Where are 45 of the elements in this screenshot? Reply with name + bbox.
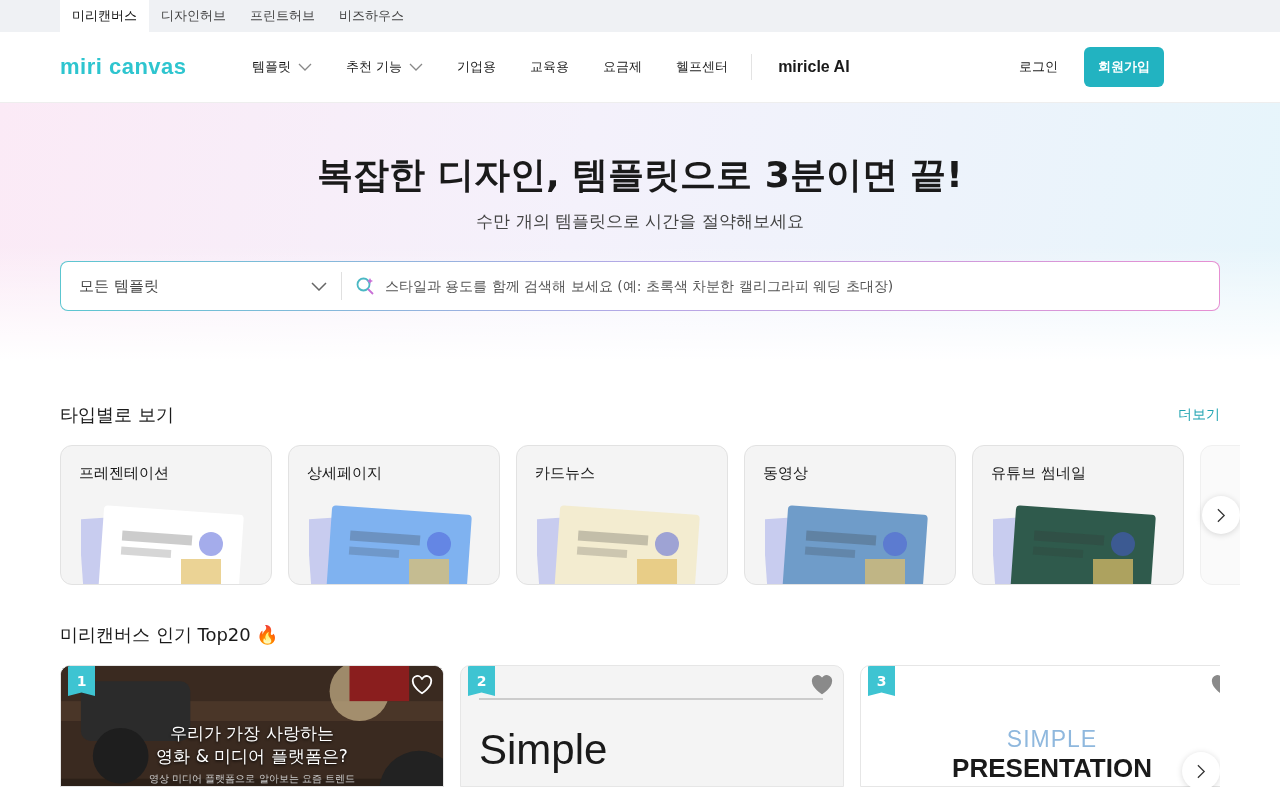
type-card[interactable]: 카드뉴스 — [516, 445, 728, 585]
search-icon — [355, 276, 375, 296]
template-card[interactable]: 1 우리가 가장 사랑하는 영화 & 미디어 플랫폼은? 영상 미디어 플랫폼으로 알아보는 요즘 트렌드 — [60, 665, 444, 787]
rank-badge: 3 — [868, 666, 895, 696]
rank-badge: 2 — [468, 666, 495, 696]
type-label: 상세페이지 — [307, 464, 382, 483]
site-tab[interactable]: 비즈하우스 — [327, 0, 416, 32]
site-tab[interactable]: 미리캔버스 — [60, 0, 149, 32]
template-card[interactable]: 2 Simple — [460, 665, 844, 787]
nav-link[interactable]: 기업용 — [440, 47, 514, 87]
type-label: 유튜브 썸네일 — [991, 464, 1086, 483]
type-card[interactable]: 프레젠테이션 — [60, 445, 272, 585]
template-title: PRESENTATION — [952, 753, 1152, 784]
hero-subtitle: 수만 개의 템플릿으로 시간을 절약해보세요 — [476, 210, 804, 233]
category-dropdown[interactable]: 모든 템플릿 — [61, 262, 341, 310]
login-link[interactable]: 로그인 — [1019, 58, 1058, 76]
template-title: 영화 & 미디어 플랫폼은? — [156, 745, 348, 768]
hero-title: 복잡한 디자인, 템플릿으로 3분이면 끝! — [317, 153, 963, 197]
site-tab[interactable]: 디자인허브 — [149, 0, 238, 32]
template-title: SIMPLE — [1006, 726, 1098, 753]
type-label: 카드뉴스 — [535, 464, 595, 483]
section-title: 미리캔버스 인기 Top20 🔥 — [60, 623, 279, 647]
search-field[interactable]: 스타일과 용도를 함께 검색해 보세요 (예: 초록색 차분한 캘리그라피 웨딩 초대장) — [383, 265, 1219, 307]
template-title: Simple — [479, 726, 608, 774]
fire-emoji: 🔥 — [256, 624, 279, 645]
type-card[interactable]: 상세페이지 — [288, 445, 500, 585]
site-tab[interactable]: 프린트허브 — [238, 0, 327, 32]
type-label: 동영상 — [763, 464, 808, 483]
nav-link[interactable]: 교육용 — [513, 47, 587, 87]
nav-link[interactable]: 헬프센터 — [659, 47, 746, 87]
chevron-right-icon — [1216, 507, 1226, 523]
template-caption: 영상 미디어 플랫폼으로 알아보는 요즘 트렌드 — [149, 772, 355, 786]
nav-link[interactable]: 추천 기능 — [329, 47, 441, 87]
chevron-right-icon — [1196, 763, 1206, 779]
ai-link[interactable]: miricle AI — [766, 58, 862, 76]
type-label: 프레젠테이션 — [79, 464, 169, 483]
section-title: 타입별로 보기 — [60, 403, 174, 427]
rank-badge: 1 — [68, 666, 95, 696]
type-card[interactable]: 동영상 — [744, 445, 956, 585]
nav-link[interactable]: 요금제 — [586, 47, 660, 87]
search-bar[interactable]: 모든 템플릿 스타일과 용도를 함께 검색해 보세요 (예: 초록색 차분한 캘리그라피 웨딩 초대장) — [60, 261, 1220, 311]
type-card[interactable]: 유튜브 썸네일 — [972, 445, 1184, 585]
chevron-down-icon — [311, 281, 327, 291]
template-title: 우리가 가장 사랑하는 — [170, 722, 334, 745]
nav-link[interactable]: 템플릿 — [235, 47, 329, 87]
